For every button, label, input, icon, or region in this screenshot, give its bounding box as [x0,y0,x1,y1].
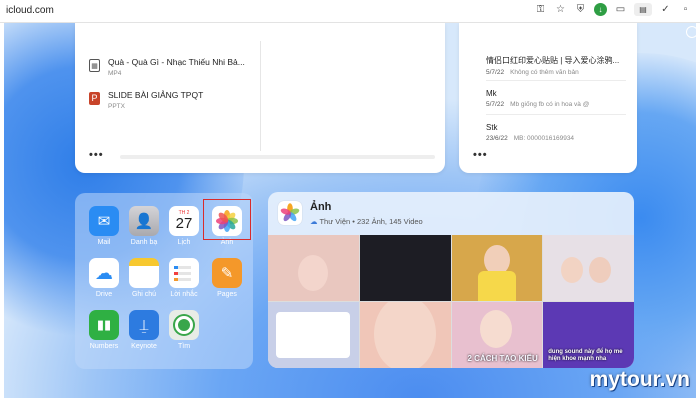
highlight-box [203,199,251,240]
app-contacts[interactable]: 👤 Danh bạ [122,206,166,246]
app-label: Lời nhắc [170,291,198,298]
extension-icon[interactable]: ▭ [614,3,627,16]
cloud-icon: ☁ [89,258,119,288]
note-title: Stk [486,123,498,132]
profile-icon[interactable]: ▫ [679,3,692,16]
note-preview: Mb giống fb có in hoa và @ [510,101,590,108]
browser-toolbar: icloud.com ⚿ ☆ ⛨ ↓ ▭ ▤ ✓ ▫ [0,0,700,23]
watermark-logo: mytour.vn [589,368,690,391]
photo-thumbnail[interactable] [268,235,359,301]
note-title: Mk [486,89,497,98]
pptx-file-icon: P [89,92,100,105]
reminder-line [174,277,191,281]
horizontal-scrollbar[interactable] [120,155,435,159]
icloud-home: ▦ Quà - Quà Gì - Nhạc Thiếu Nhi Bả... MP… [4,23,696,398]
photo-thumbnail[interactable] [451,235,543,301]
drive-widget[interactable]: ▦ Quà - Quà Gì - Nhạc Thiếu Nhi Bả... MP… [75,23,445,173]
check-icon[interactable]: ✓ [659,3,672,16]
apps-widget: ✉ Mail 👤 Danh bạ TH 2 27 Lịch Ảnh ☁ Driv… [75,193,253,369]
file-name: SLIDE BÀI GIẢNG TPQT [108,90,204,100]
note-date: 5/7/22 [486,69,505,76]
calendar-icon: TH 2 27 [169,206,199,236]
photo-caption: 2 CÁCH TẠO KIỂU [467,354,538,363]
note-item[interactable]: Stk 23/6/22 MB: 0000016169934 [486,123,574,142]
note-preview: MB: 0000016169934 [513,135,575,142]
note-date: 5/7/22 [486,101,505,108]
app-calendar[interactable]: TH 2 27 Lịch [162,206,206,246]
photos-widget[interactable]: Ảnh ☁ Thư Viện • 232 Ảnh, 145 Video 2 CÁ… [268,192,634,368]
app-label: Danh bạ [130,239,158,246]
video-file-icon: ▦ [89,59,100,72]
app-label: Mail [97,239,111,246]
file-type: MP4 [108,70,122,77]
address-bar[interactable]: icloud.com [6,5,54,16]
app-label: Drive [95,291,113,298]
note-divider [486,114,626,115]
notes-icon [129,258,159,288]
app-label: Tìm [177,343,191,350]
more-button[interactable]: ••• [89,149,104,161]
key-icon[interactable]: ⚿ [534,3,547,16]
app-label: Ghi chú [131,291,157,298]
drive-file-row[interactable]: ▦ Quà - Quà Gì - Nhạc Thiếu Nhi Bả... MP… [89,57,245,77]
note-item[interactable]: Mk 5/7/22 Mb giống fb có in hoa và @ [486,89,589,108]
photo-caption: dung sound này để họ me hiện khoe mạnh n… [548,349,623,362]
photo-thumbnail[interactable] [359,235,451,301]
app-drive[interactable]: ☁ Drive [82,258,126,298]
app-label: Keynote [131,343,157,350]
note-item[interactable]: 情侣口红印爱心贴贴 | 导入爱心涂鸦... 5/7/22 Không có thê… [486,55,619,76]
drive-file-row[interactable]: P SLIDE BÀI GIẢNG TPQT PPTX [89,90,203,110]
more-button[interactable]: ••• [473,149,488,161]
shield-extension-icon[interactable]: ⛨ [574,3,587,16]
photo-thumbnail[interactable] [359,302,451,368]
app-keynote[interactable]: ⍊ Keynote [122,310,166,350]
photo-thumbnail[interactable]: dung sound này để họ me hiện khoe mạnh n… [543,302,634,368]
file-type: PPTX [108,103,125,110]
app-label: Ảnh [220,239,234,246]
add-icon[interactable] [686,26,696,38]
extension-badge-icon[interactable]: ▤ [634,3,652,16]
widget-title: Ảnh [310,201,332,213]
app-label: Lịch [177,239,191,246]
photo-thumbnail[interactable] [268,302,359,368]
note-preview: Không có thêm văn bản [510,69,579,76]
app-pages[interactable]: ✎ Pages [205,258,249,298]
file-name: Quà - Quà Gì - Nhạc Thiếu Nhi Bả... [108,57,245,67]
pages-icon: ✎ [212,258,242,288]
photo-thumbnail[interactable] [543,235,634,301]
find-my-icon [169,310,199,340]
reminder-line [174,271,191,275]
find-my-dot [175,316,193,334]
photo-thumbnail[interactable]: 2 CÁCH TẠO KIỂU [451,302,543,368]
keynote-icon: ⍊ [129,310,159,340]
download-icon[interactable]: ↓ [594,3,607,16]
app-numbers[interactable]: ▮▮ Numbers [82,310,126,350]
bookmark-star-icon[interactable]: ☆ [554,3,567,16]
contacts-icon: 👤 [129,206,159,236]
app-label: Numbers [89,343,119,350]
reminders-icon [169,258,199,288]
note-divider [486,80,626,81]
notes-widget[interactable]: 情侣口红印爱心贴贴 | 导入爱心涂鸦... 5/7/22 Không có thê… [459,23,637,173]
column-divider [260,41,261,151]
app-find-my[interactable]: Tìm [162,310,206,350]
mail-icon: ✉ [89,206,119,236]
note-title: 情侣口红印爱心贴贴 | 导入爱心涂鸦... [486,56,620,65]
library-count: Thư Viện • 232 Ảnh, 145 Video [319,217,423,226]
reminder-line [174,265,191,269]
toolbar-icons: ⚿ ☆ ⛨ ↓ ▭ ▤ ✓ ▫ [534,3,692,16]
numbers-icon: ▮▮ [89,310,119,340]
calendar-day: 27 [175,215,193,232]
photos-header: Ảnh ☁ Thư Viện • 232 Ảnh, 145 Video [278,201,423,226]
note-date: 23/6/22 [486,135,508,142]
app-notes[interactable]: Ghi chú [122,258,166,298]
app-mail[interactable]: ✉ Mail [82,206,126,246]
app-reminders[interactable]: Lời nhắc [162,258,206,298]
photo-grid: 2 CÁCH TẠO KIỂU dung sound này để họ me … [268,235,634,368]
app-label: Pages [217,291,237,298]
photos-logo-icon [278,201,302,225]
